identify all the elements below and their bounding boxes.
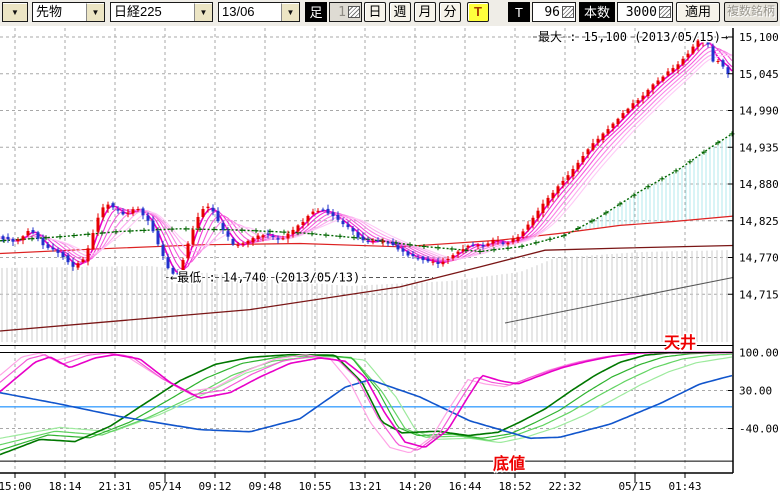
- svg-text:14,880: 14,880: [739, 178, 779, 191]
- svg-text:14,715: 14,715: [739, 288, 779, 301]
- svg-text:18:52: 18:52: [498, 480, 531, 493]
- svg-text:16:44: 16:44: [448, 480, 481, 493]
- svg-text:13:21: 13:21: [348, 480, 381, 493]
- svg-text:14,935: 14,935: [739, 141, 779, 154]
- instrument-select[interactable]: 先物 ▼: [32, 2, 105, 22]
- contract-month-select[interactable]: 13/06 ▼: [218, 2, 300, 22]
- svg-text:21:31: 21:31: [98, 480, 131, 493]
- svg-text:14,990: 14,990: [739, 105, 779, 118]
- toolbar: ▼ 先物 ▼ 日経225 ▼ 13/06 ▼ 足 1 日 週 月 分 T T 9…: [0, 0, 780, 27]
- svg-text:-40.00: -40.00: [739, 423, 779, 436]
- bars-count-stepper[interactable]: 3000: [617, 2, 673, 22]
- svg-text:15:00: 15:00: [0, 480, 32, 493]
- period-day-button[interactable]: 日: [364, 2, 386, 22]
- tick-mode-button[interactable]: T: [467, 2, 489, 22]
- svg-text:05/15: 05/15: [618, 480, 651, 493]
- history-dropdown[interactable]: ▼: [2, 2, 28, 22]
- ceiling-label: 天井: [664, 333, 696, 352]
- multi-symbol-button[interactable]: 複数銘柄: [724, 2, 778, 22]
- bar-type-label: 足: [305, 2, 327, 22]
- instrument-value: 先物: [33, 3, 86, 21]
- svg-text:14:20: 14:20: [398, 480, 431, 493]
- period-month-button[interactable]: 月: [414, 2, 436, 22]
- bar-interval-value: 1: [338, 5, 346, 20]
- svg-text:22:32: 22:32: [548, 480, 581, 493]
- svg-text:最大 : 15,100 (2013/05/15)→: 最大 : 15,100 (2013/05/15)→: [538, 30, 728, 44]
- svg-text:30.00: 30.00: [739, 385, 772, 398]
- contract-month-value: 13/06: [219, 3, 281, 21]
- chevron-down-icon[interactable]: ▼: [86, 3, 104, 21]
- bars-count-value: 3000: [626, 5, 657, 20]
- apply-button[interactable]: 適用: [676, 2, 720, 22]
- price-and-oscillator-chart: 最大 : 15,100 (2013/05/15)→ ←最低 : 14,740 (2…: [0, 26, 780, 500]
- svg-text:15,100: 15,100: [739, 31, 779, 44]
- chart-area[interactable]: 最大 : 15,100 (2013/05/15)→ ←最低 : 14,740 (2…: [0, 26, 780, 500]
- tick-count-value: 96: [544, 5, 560, 20]
- svg-text:09:12: 09:12: [198, 480, 231, 493]
- bottom-label: 底値: [493, 454, 525, 473]
- chart-application-window: { "toolbar": { "mini_dropdown_arrow": "▼…: [0, 0, 780, 500]
- bar-interval-stepper[interactable]: 1: [329, 2, 362, 22]
- bars-count-label: 本数: [579, 2, 615, 22]
- svg-text:14,825: 14,825: [739, 215, 779, 228]
- svg-text:10:55: 10:55: [298, 480, 331, 493]
- chevron-down-icon: ▼: [3, 3, 27, 21]
- tick-count-stepper[interactable]: 96: [532, 2, 576, 22]
- spinner-grip-icon[interactable]: [348, 6, 360, 18]
- max-annotation: 最大 : 15,100 (2013/05/15)→: [533, 30, 733, 44]
- symbol-select[interactable]: 日経225 ▼: [110, 2, 213, 22]
- svg-text:05/14: 05/14: [148, 480, 181, 493]
- spinner-grip-icon[interactable]: [562, 6, 574, 18]
- svg-text:天井: 天井: [664, 333, 696, 352]
- period-week-button[interactable]: 週: [389, 2, 411, 22]
- svg-text:←最低 : 14,740 (2013/05/13): ←最低 : 14,740 (2013/05/13): [170, 271, 360, 285]
- chevron-down-icon[interactable]: ▼: [194, 3, 212, 21]
- svg-text:100.00: 100.00: [739, 347, 779, 360]
- svg-text:14,770: 14,770: [739, 252, 779, 265]
- period-minute-button[interactable]: 分: [439, 2, 461, 22]
- svg-text:15,045: 15,045: [739, 68, 779, 81]
- svg-text:18:14: 18:14: [48, 480, 81, 493]
- svg-text:底値: 底値: [493, 454, 525, 473]
- svg-text:09:48: 09:48: [248, 480, 281, 493]
- symbol-value: 日経225: [111, 3, 194, 21]
- spinner-grip-icon[interactable]: [659, 6, 671, 18]
- chevron-down-icon[interactable]: ▼: [281, 3, 299, 21]
- tick-count-label: T: [508, 2, 530, 22]
- svg-text:01:43: 01:43: [668, 480, 701, 493]
